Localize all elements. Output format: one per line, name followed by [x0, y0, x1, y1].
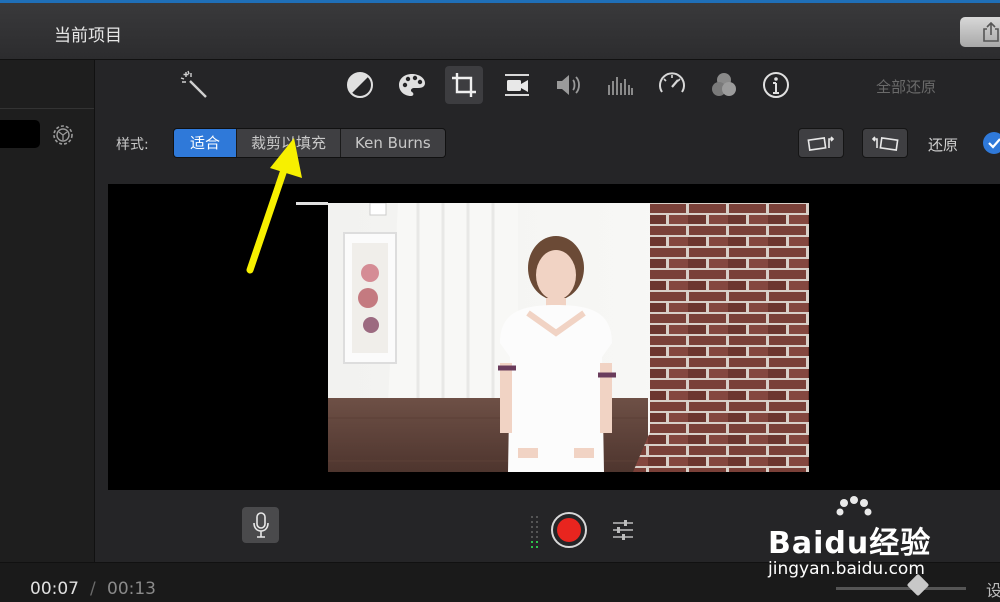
- rotate-right-icon: [871, 136, 899, 151]
- sliders-icon: [613, 520, 633, 540]
- crop-icon[interactable]: [445, 66, 483, 104]
- style-option-fit[interactable]: 适合: [174, 129, 237, 157]
- rotate-left-icon: [807, 136, 835, 151]
- volume-icon[interactable]: [550, 66, 588, 104]
- record-dot-icon: [557, 518, 581, 542]
- baidu-watermark-brand: Baidu经验: [768, 526, 932, 561]
- crop-style-segmented-control: 适合 裁剪以填充 Ken Burns: [173, 128, 446, 158]
- audio-level-meter: [531, 516, 541, 554]
- color-balance-icon[interactable]: [341, 66, 379, 104]
- baidu-watermark-url: jingyan.baidu.com: [768, 559, 925, 579]
- speed-icon[interactable]: [653, 66, 691, 104]
- current-time: 00:07: [30, 579, 79, 599]
- rotate-right-button[interactable]: [862, 128, 908, 158]
- microphone-icon: [252, 512, 269, 538]
- apply-checkmark-button[interactable]: [983, 132, 1000, 154]
- voiceover-options-button[interactable]: [611, 519, 635, 545]
- checkmark-icon: [988, 138, 1000, 149]
- title-bar-accent: [0, 0, 1000, 3]
- time-separator: /: [90, 579, 96, 599]
- gear-icon[interactable]: [50, 122, 76, 152]
- voiceover-button[interactable]: [242, 507, 279, 543]
- restore-all-button[interactable]: 全部还原: [876, 76, 936, 97]
- record-button[interactable]: [551, 512, 587, 548]
- palette-icon[interactable]: [393, 66, 431, 104]
- search-field[interactable]: [0, 120, 40, 148]
- zoom-slider-track[interactable]: [836, 587, 966, 590]
- settings-button[interactable]: 设: [986, 577, 1000, 601]
- style-label: 样式:: [116, 137, 149, 153]
- panel-divider: [0, 108, 94, 109]
- info-icon[interactable]: [757, 66, 795, 104]
- reset-button[interactable]: 还原: [928, 134, 958, 155]
- share-button[interactable]: [960, 17, 1000, 47]
- title-bar: 当前项目: [0, 0, 1000, 60]
- video-frame-image: [328, 203, 809, 472]
- equalizer-icon[interactable]: [601, 66, 639, 104]
- total-duration: 00:13: [107, 579, 156, 599]
- browser-panel: [0, 60, 95, 562]
- project-title: 当前项目: [54, 26, 122, 46]
- filter-icon[interactable]: [705, 66, 743, 104]
- share-icon: [983, 22, 999, 42]
- annotation-arrow: [246, 138, 302, 274]
- style-option-ken-burns[interactable]: Ken Burns: [340, 129, 445, 157]
- rotate-left-button[interactable]: [798, 128, 844, 158]
- stabilization-icon[interactable]: [498, 66, 536, 104]
- magic-wand-icon[interactable]: [175, 66, 213, 104]
